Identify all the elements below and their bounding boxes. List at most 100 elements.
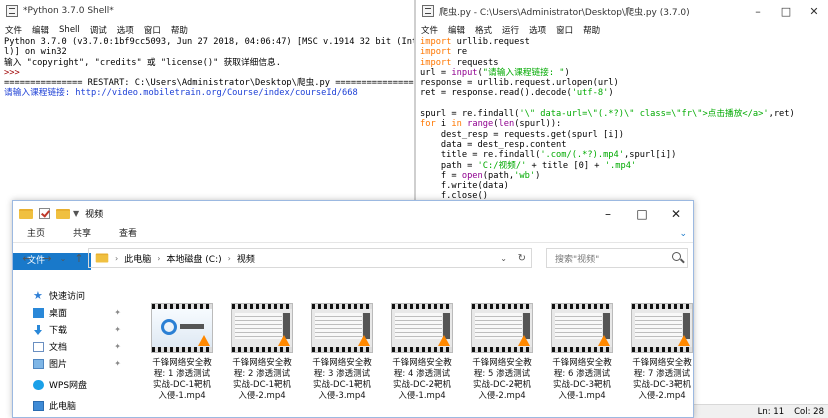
vlc-cone-icon xyxy=(358,335,370,346)
maximize-icon[interactable]: □ xyxy=(625,201,659,226)
file-name-line: 千锋网络安全教 xyxy=(312,358,372,368)
code-line: url = input("请输入课程链接: ") xyxy=(420,67,570,78)
close-icon[interactable]: ✕ xyxy=(659,201,693,226)
forward-arrow-icon[interactable]: → xyxy=(37,252,57,265)
shell-input-line[interactable]: 请输入课程链接: http://video.mobiletrain.org/Co… xyxy=(4,88,414,98)
code-line: f = open(path,'wb') xyxy=(420,170,541,181)
nav-documents[interactable]: 文档 ✦ xyxy=(13,338,131,355)
file-name-line: 程: 4 渗透测试 xyxy=(393,369,451,379)
minimize-icon[interactable]: – xyxy=(744,0,772,22)
expand-ribbon-icon[interactable]: ⌄ xyxy=(679,229,687,239)
video-thumbnail xyxy=(471,303,533,353)
tab-view[interactable]: 查看 xyxy=(105,226,151,243)
python-shell-window[interactable]: *Python 3.7.0 Shell* 文件 编辑 Shell 调试 选项 窗… xyxy=(0,0,415,210)
shell-menubar: 文件 编辑 Shell 调试 选项 窗口 帮助 xyxy=(0,22,414,37)
chevron-right-icon[interactable]: › xyxy=(157,254,160,263)
shell-menu-window[interactable]: 窗口 xyxy=(139,24,166,36)
nav-downloads[interactable]: 下载 ✦ xyxy=(13,321,131,338)
file-name-line: 入侵-1.mp4 xyxy=(558,391,606,401)
quick-access-dropdown-icon[interactable]: ▼ xyxy=(73,209,79,218)
nav-pictures[interactable]: 图片 ✦ xyxy=(13,355,131,372)
editor-menu-edit[interactable]: 编辑 xyxy=(443,24,470,36)
shell-title: *Python 3.7.0 Shell* xyxy=(23,6,114,16)
editor-menu-run[interactable]: 运行 xyxy=(497,24,524,36)
file-name-line: 程: 2 渗透测试 xyxy=(233,369,291,379)
file-name-line: 实战-DC-1靶机 xyxy=(232,380,292,390)
col-indicator: Col: 28 xyxy=(794,406,824,417)
file-name: 千锋网络安全教 程: 5 渗透测试 实战-DC-2靶机 入侵-2.mp4 xyxy=(463,358,541,402)
recent-locations-icon[interactable]: ⌄ xyxy=(57,254,69,263)
back-arrow-icon[interactable]: ← xyxy=(17,252,37,265)
star-icon: ★ xyxy=(33,288,43,302)
close-icon[interactable]: ✕ xyxy=(800,0,828,22)
file-name-line: 千锋网络安全教 xyxy=(632,358,692,368)
breadcrumb-local-disk[interactable]: 本地磁盘 (C:) xyxy=(166,252,221,265)
nav-quick-access[interactable]: ★ 快速访问 xyxy=(13,287,131,304)
code-line: import re xyxy=(420,47,468,58)
pin-icon: ✦ xyxy=(114,308,121,317)
folder-icon xyxy=(19,208,33,219)
shell-menu-options[interactable]: 选项 xyxy=(112,24,139,36)
shell-menu-help[interactable]: 帮助 xyxy=(166,24,193,36)
refresh-icon[interactable]: ↻ xyxy=(518,253,526,264)
download-icon xyxy=(33,324,44,335)
up-arrow-icon[interactable]: ↑ xyxy=(69,252,89,265)
nav-wps-cloud[interactable]: WPS网盘 xyxy=(13,376,131,393)
code-line: for i in range(len(spurl)): xyxy=(420,119,562,130)
code-line: import requests xyxy=(420,57,499,68)
code-line: response = urllib.request.urlopen(url) xyxy=(420,78,619,89)
address-bar[interactable]: › 此电脑 › 本地磁盘 (C:) › 视频 ⌄ ↻ xyxy=(88,248,532,268)
shell-line: 输入 "copyright", "credits" 或 "license()" … xyxy=(4,57,281,68)
cloud-icon xyxy=(33,379,44,390)
editor-title: 爬虫.py - C:\Users\Administrator\Desktop\爬… xyxy=(439,7,690,18)
new-folder-icon[interactable] xyxy=(56,208,70,219)
search-icon xyxy=(672,252,681,261)
explorer-titlebar[interactable]: ▼ 视频 – □ ✕ xyxy=(13,201,693,226)
maximize-icon[interactable]: □ xyxy=(772,0,800,22)
code-line: path = 'C:/视频/' + title [0] + '.mp4' xyxy=(420,160,637,171)
file-name: 千锋网络安全教 程: 2 渗透测试 实战-DC-1靶机 入侵-2.mp4 xyxy=(223,358,301,402)
properties-icon[interactable] xyxy=(39,208,50,219)
file-explorer-window[interactable]: ▼ 视频 – □ ✕ 文件 主页 共享 查看 ⌄ ← → ⌄ ↑ › 此电脑 ›… xyxy=(12,200,694,418)
vlc-cone-icon xyxy=(198,335,210,346)
file-name-line: 入侵-1.mp4 xyxy=(158,391,206,401)
shell-line: l)] on win32 xyxy=(4,47,67,58)
file-name-line: 实战-DC-3靶机 xyxy=(632,380,692,390)
editor-titlebar[interactable]: 爬虫.py - C:\Users\Administrator\Desktop\爬… xyxy=(416,0,828,22)
nav-label: 文档 xyxy=(49,343,68,353)
file-name-line: 千锋网络安全教 xyxy=(552,358,612,368)
nav-desktop[interactable]: 桌面 ✦ xyxy=(13,304,131,321)
search-input[interactable]: 搜索"视频" xyxy=(546,248,688,268)
editor-menubar: 文件 编辑 格式 运行 选项 窗口 帮助 xyxy=(416,22,828,37)
video-thumbnail xyxy=(151,303,213,353)
breadcrumb-videos[interactable]: 视频 xyxy=(237,252,255,265)
nav-label: 此电脑 xyxy=(49,402,77,412)
code-line: data = dest_resp.content xyxy=(420,139,567,150)
shell-output[interactable]: Python 3.7.0 (v3.7.0:1bf9cc5093, Jun 27 … xyxy=(0,37,414,210)
shell-menu-debug[interactable]: 调试 xyxy=(85,24,112,36)
shell-menu-shell[interactable]: Shell xyxy=(54,25,85,35)
chevron-right-icon[interactable]: › xyxy=(228,254,231,263)
file-name: 千锋网络安全教 程: 6 渗透测试 实战-DC-3靶机 入侵-1.mp4 xyxy=(543,358,621,402)
minimize-icon[interactable]: – xyxy=(591,201,625,226)
pictures-icon xyxy=(33,358,44,369)
editor-menu-options[interactable]: 选项 xyxy=(524,24,551,36)
nav-label: 快速访问 xyxy=(49,292,86,302)
address-row: ← → ⌄ ↑ › 此电脑 › 本地磁盘 (C:) › 视频 ⌄ ↻ 搜索"视频… xyxy=(13,243,693,273)
editor-menu-format[interactable]: 格式 xyxy=(470,24,497,36)
chevron-right-icon[interactable]: › xyxy=(115,254,118,263)
shell-menu-file[interactable]: 文件 xyxy=(0,24,27,36)
shell-menu-edit[interactable]: 编辑 xyxy=(27,24,54,36)
file-name-line: 实战-DC-1靶机 xyxy=(152,380,212,390)
chevron-down-icon[interactable]: ⌄ xyxy=(500,254,507,263)
shell-titlebar[interactable]: *Python 3.7.0 Shell* xyxy=(0,0,414,22)
code-line: ret = response.read().decode('utf-8') xyxy=(420,88,614,99)
editor-menu-help[interactable]: 帮助 xyxy=(578,24,605,36)
editor-menu-file[interactable]: 文件 xyxy=(416,24,443,36)
nav-this-pc[interactable]: 此电脑 xyxy=(13,397,131,414)
tab-share[interactable]: 共享 xyxy=(59,226,105,243)
tab-home[interactable]: 主页 xyxy=(13,226,59,243)
editor-menu-window[interactable]: 窗口 xyxy=(551,24,578,36)
file-name-line: 千锋网络安全教 xyxy=(472,358,532,368)
breadcrumb-this-pc[interactable]: 此电脑 xyxy=(124,252,151,265)
